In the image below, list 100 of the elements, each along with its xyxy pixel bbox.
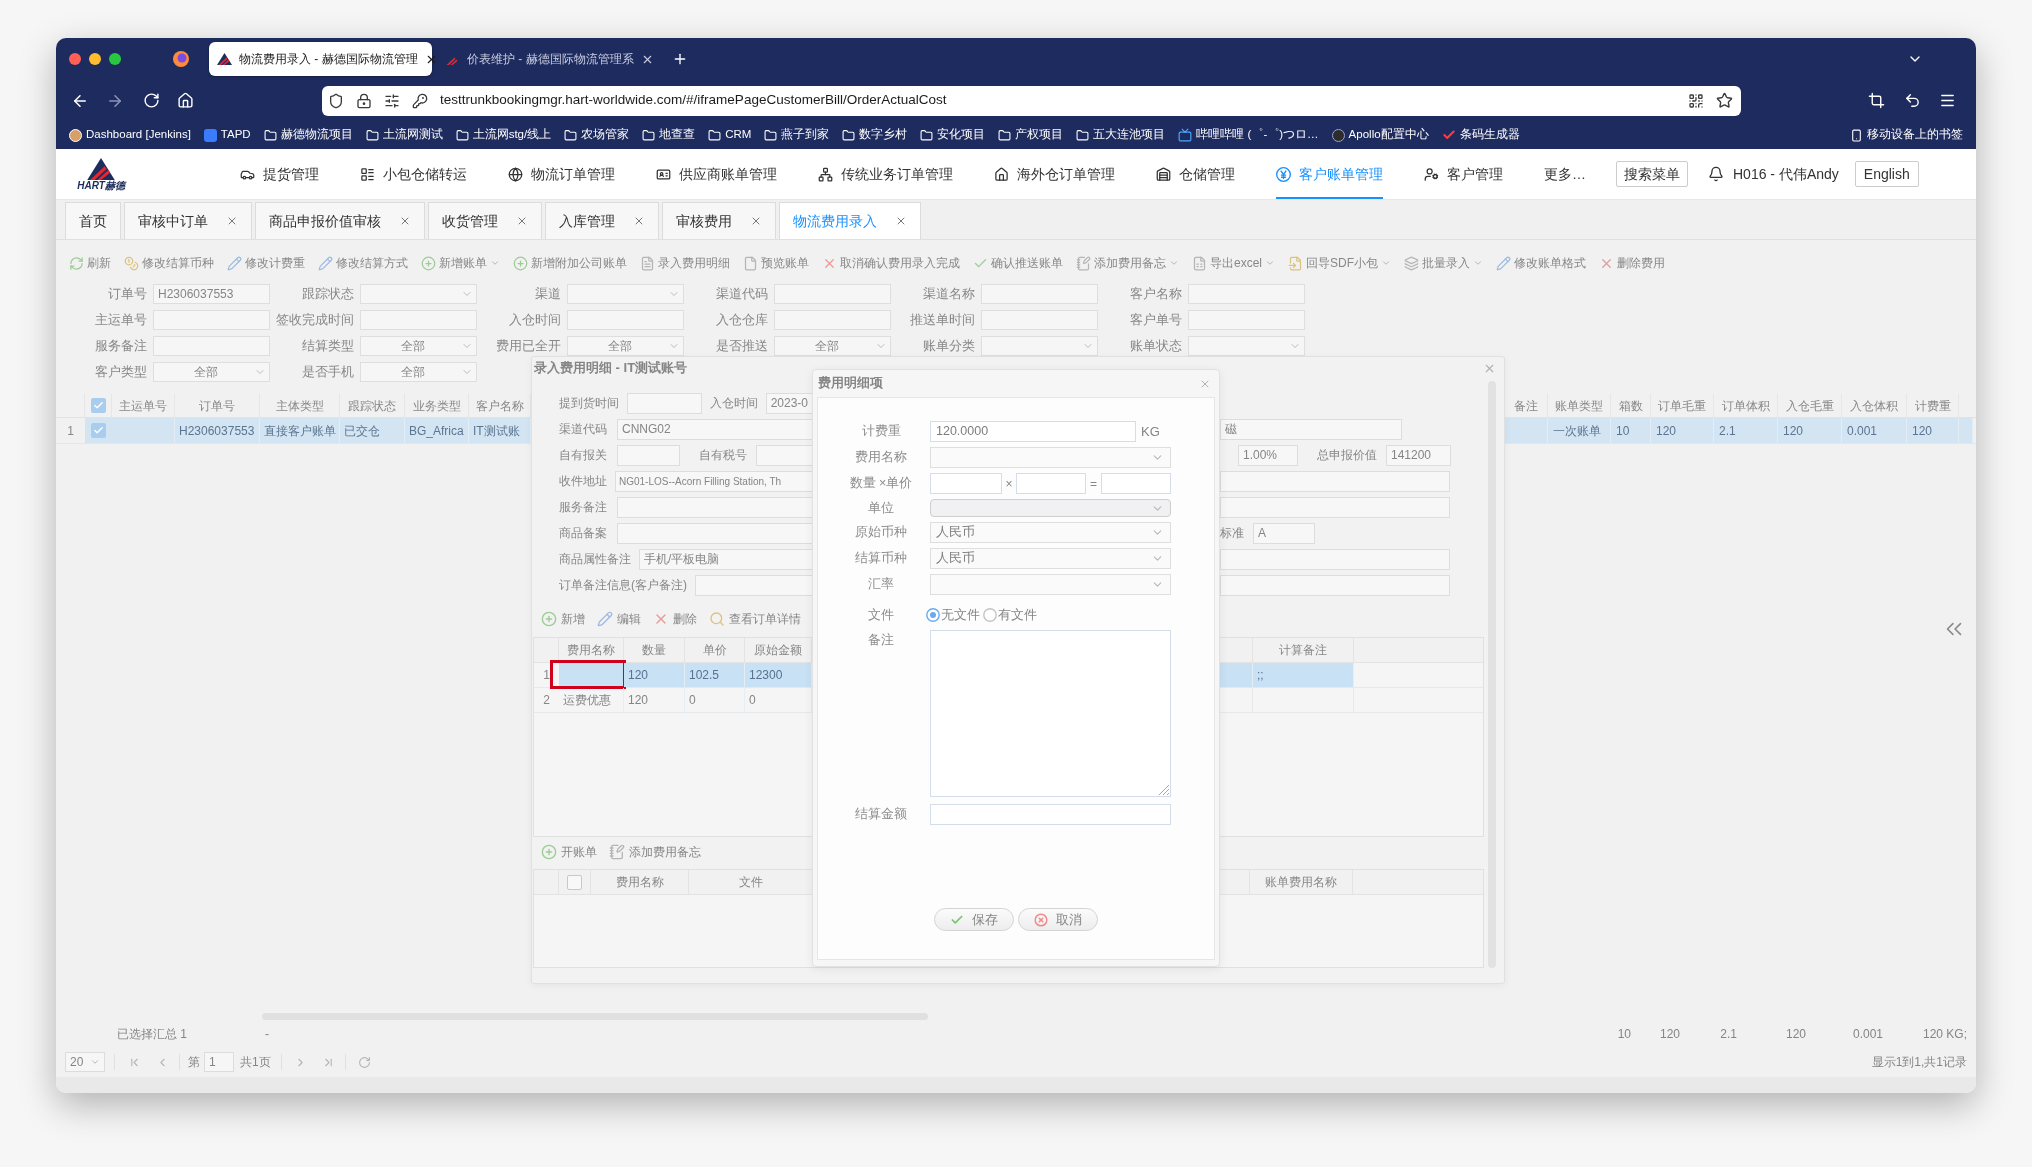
toolbar-button[interactable]: 新增附加公司账单: [513, 254, 627, 272]
home-icon[interactable]: [177, 92, 194, 109]
input-field[interactable]: 手机/平板电脑: [639, 548, 812, 570]
input-field[interactable]: [567, 310, 684, 330]
input-field[interactable]: [153, 336, 270, 356]
bookmark[interactable]: 燕子到家: [764, 126, 830, 144]
toolbar-button[interactable]: 删除费用: [1599, 254, 1665, 272]
page-tab[interactable]: 入库管理: [545, 202, 659, 239]
bookmark[interactable]: Apollo配置中心: [1331, 126, 1429, 144]
input-field[interactable]: [627, 392, 702, 414]
toolbar-button[interactable]: 添加费用备忘: [609, 843, 701, 861]
bell-icon[interactable]: [1708, 166, 1724, 182]
star-icon[interactable]: [1716, 92, 1733, 109]
bookmark[interactable]: CRM: [708, 126, 752, 144]
page-input[interactable]: 1: [204, 1052, 234, 1072]
toolbar-button[interactable]: 导出excel: [1192, 254, 1275, 272]
input-field[interactable]: [930, 473, 1002, 494]
input-field[interactable]: [774, 310, 891, 330]
input-field[interactable]: A: [1253, 522, 1315, 544]
input-field[interactable]: [774, 284, 891, 304]
select-field[interactable]: 全部: [360, 336, 477, 356]
bookmark[interactable]: 数字乡村: [842, 126, 908, 144]
radio-icon[interactable]: [983, 608, 997, 622]
input-field[interactable]: [1220, 548, 1450, 570]
select-field[interactable]: [930, 499, 1171, 517]
sliders-icon[interactable]: [384, 92, 400, 109]
page-tab[interactable]: 审核费用: [662, 202, 776, 239]
window-minimize-icon[interactable]: [89, 53, 101, 65]
key-icon[interactable]: [412, 92, 428, 109]
input-field[interactable]: 1.00%: [1238, 444, 1298, 466]
qr-code-icon[interactable]: [1688, 92, 1704, 109]
plus-icon[interactable]: [672, 51, 688, 67]
input-field[interactable]: 120.0000: [930, 421, 1136, 442]
bookmark[interactable]: 地查查: [642, 126, 696, 144]
address-bar[interactable]: testtrunkbookingmgr.hart-worldwide.com/#/iframePageCustomerBill/OrderActualCost: [322, 85, 1741, 116]
nav-item[interactable]: 提货管理: [240, 149, 319, 199]
search-menu-button[interactable]: 搜索菜单: [1616, 161, 1688, 187]
input-field[interactable]: [1220, 574, 1450, 596]
bookmark[interactable]: TAPD: [203, 126, 251, 144]
page-tab[interactable]: 首页: [65, 202, 121, 239]
select-field[interactable]: 全部: [153, 362, 270, 382]
page-tab[interactable]: 商品申报价值审核: [255, 202, 425, 239]
toolbar-button[interactable]: 开账单: [541, 843, 597, 861]
crop-icon[interactable]: [1868, 92, 1885, 109]
input-field[interactable]: [1188, 310, 1305, 330]
radio-icon[interactable]: [926, 608, 940, 622]
input-field[interactable]: [1101, 473, 1171, 494]
page-size-select[interactable]: 20: [65, 1052, 105, 1072]
select-field[interactable]: [930, 447, 1171, 468]
page-tab[interactable]: 收货管理: [428, 202, 542, 239]
toolbar-button[interactable]: 录入费用明细: [640, 254, 730, 272]
bookmark[interactable]: 移动设备上的书签: [1850, 126, 1963, 144]
reload-icon[interactable]: [143, 92, 160, 109]
input-field[interactable]: [1220, 496, 1450, 518]
select-field[interactable]: 全部: [360, 362, 477, 382]
input-field[interactable]: [930, 804, 1171, 825]
toolbar-button[interactable]: 修改账单格式: [1496, 254, 1586, 272]
toolbar-button[interactable]: 查看订单详情: [709, 610, 801, 628]
toolbar-button[interactable]: 回导SDF小包: [1288, 254, 1391, 272]
refresh-icon[interactable]: [357, 1055, 371, 1069]
window-zoom-icon[interactable]: [109, 53, 121, 65]
menu-icon[interactable]: [1939, 92, 1956, 109]
toolbar-button[interactable]: 删除: [653, 610, 697, 628]
toolbar-button[interactable]: 取消确认费用录入完成: [822, 254, 960, 272]
undo-icon[interactable]: [1904, 92, 1921, 109]
input-field[interactable]: 磁: [1220, 418, 1402, 440]
input-field[interactable]: [1188, 284, 1305, 304]
nav-item[interactable]: 客户管理: [1424, 149, 1503, 199]
more-menu[interactable]: 更多…: [1544, 163, 1586, 185]
radio-option[interactable]: 有文件: [983, 605, 1037, 625]
lock-icon[interactable]: [356, 92, 372, 109]
toolbar-button[interactable]: 修改结算币种: [124, 254, 214, 272]
select-field[interactable]: [930, 574, 1171, 595]
nav-item[interactable]: 仓储管理: [1156, 149, 1235, 199]
nav-item[interactable]: 海外仓订单管理: [994, 149, 1115, 199]
bookmark[interactable]: 哔哩哔哩 (゜-゜)つロ…: [1178, 126, 1319, 144]
save-button[interactable]: 保存: [934, 908, 1014, 931]
input-field[interactable]: [981, 310, 1098, 330]
input-field[interactable]: NG01-LOS--Acorn Filling Station, Th: [615, 470, 812, 492]
window-close-icon[interactable]: [69, 53, 81, 65]
toolbar-button[interactable]: 添加费用备忘: [1076, 254, 1179, 272]
select-field[interactable]: [567, 284, 684, 304]
input-field[interactable]: CNNG02: [617, 418, 812, 440]
page-tab[interactable]: 审核中订单: [124, 202, 252, 239]
input-field[interactable]: [153, 310, 270, 330]
input-field[interactable]: [617, 522, 812, 544]
input-field[interactable]: [617, 496, 812, 518]
bookmark[interactable]: 农场管家: [564, 126, 630, 144]
nav-item[interactable]: 传统业务订单管理: [818, 149, 953, 199]
input-field[interactable]: [981, 284, 1098, 304]
bookmark[interactable]: 安化项目: [920, 126, 986, 144]
select-field[interactable]: [1188, 336, 1305, 356]
browser-tab[interactable]: 价表维护 - 赫德国际物流管理系: [437, 42, 660, 76]
bookmark[interactable]: 赫德物流项目: [263, 126, 353, 144]
input-field[interactable]: [695, 574, 812, 596]
nav-item[interactable]: 物流订单管理: [508, 149, 615, 199]
bookmark[interactable]: 土流网stg/线上: [455, 126, 552, 144]
textarea-field[interactable]: [930, 630, 1171, 797]
input-field[interactable]: 2023-0: [765, 392, 812, 414]
shield-icon[interactable]: [328, 92, 344, 109]
